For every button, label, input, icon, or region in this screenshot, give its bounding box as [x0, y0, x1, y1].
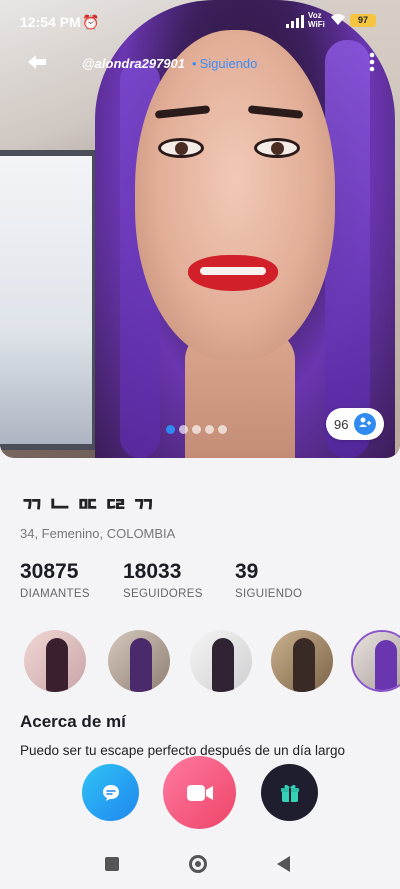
photo-thumbnail[interactable] — [190, 630, 252, 692]
gift-button[interactable] — [261, 764, 318, 821]
wifi-icon — [330, 13, 346, 29]
gift-icon — [280, 784, 299, 802]
carousel-indicator — [166, 425, 227, 434]
profile-meta: 34, Femenino, COLOMBIA — [20, 526, 176, 541]
status-bar: 12:54 PM ⏰ Voz WiFi 97 — [0, 0, 400, 44]
photo-thumbnail[interactable] — [271, 630, 333, 692]
carousel-dot[interactable] — [166, 425, 175, 434]
following-label: Siguiendo — [199, 56, 258, 71]
stat-value: 30875 — [20, 560, 79, 583]
alarm-icon: ⏰ — [82, 14, 100, 30]
vertical-dots-icon — [369, 52, 375, 72]
carousel-dot[interactable] — [218, 425, 227, 434]
background-window — [0, 150, 98, 450]
stat-followers[interactable]: 18033 SEGUIDORES — [123, 560, 203, 600]
video-call-button[interactable] — [163, 756, 236, 829]
chat-bubble-icon — [102, 784, 119, 801]
profile-stats: 30875 DIAMANTES 18033 SEGUIDORES 39 SIGU… — [20, 560, 380, 610]
face-shape — [135, 30, 335, 360]
eye-shape — [254, 138, 300, 158]
stat-label: DIAMANTES — [20, 588, 90, 600]
more-options-button[interactable] — [362, 52, 382, 76]
carousel-dot[interactable] — [205, 425, 214, 434]
back-triangle-icon[interactable] — [277, 856, 290, 872]
stat-value: 18033 — [123, 560, 182, 583]
chat-button[interactable] — [82, 764, 139, 821]
hair-streak — [325, 40, 370, 458]
signal-icon — [286, 14, 306, 28]
photo-thumbnail[interactable] — [24, 630, 86, 692]
about-title: Acerca de mí — [20, 712, 126, 731]
stat-diamonds: 30875 DIAMANTES — [20, 560, 90, 600]
carousel-dot[interactable] — [192, 425, 201, 434]
eye-shape — [158, 138, 204, 158]
video-camera-icon — [186, 784, 213, 801]
home-icon[interactable] — [189, 855, 207, 873]
photo-thumbnail[interactable] — [351, 630, 400, 692]
back-arrow-icon — [28, 55, 46, 69]
photo-thumbnails — [24, 630, 400, 692]
lips-shape — [188, 255, 278, 291]
stat-following[interactable]: 39 SIGUIENDO — [235, 560, 302, 600]
profile-username: @alondra297901 — [82, 56, 186, 71]
back-button[interactable] — [24, 52, 52, 76]
dot-icon: • — [192, 56, 197, 71]
carousel-dot[interactable] — [179, 425, 188, 434]
photo-thumbnail[interactable] — [108, 630, 170, 692]
battery-icon: 97 — [350, 14, 376, 27]
photo-count: 96 — [334, 416, 349, 432]
system-navigation-bar — [0, 840, 400, 889]
recent-apps-icon[interactable] — [105, 857, 119, 871]
photo-count-button[interactable]: 96 — [326, 408, 384, 440]
stat-label: SEGUIDORES — [123, 588, 203, 600]
voz-wifi-label: Voz WiFi — [308, 11, 325, 29]
profile-name: ᄁᄂᄆᄃᄃᄅᄁ — [20, 496, 160, 526]
status-time: 12:54 PM — [20, 14, 81, 30]
stat-value: 39 — [235, 560, 259, 583]
stat-label: SIGUIENDO — [235, 588, 303, 600]
gallery-icon — [354, 413, 377, 435]
following-status[interactable]: • Siguiendo — [192, 56, 257, 71]
about-text: Puedo ser tu escape perfecto después de … — [20, 743, 345, 758]
